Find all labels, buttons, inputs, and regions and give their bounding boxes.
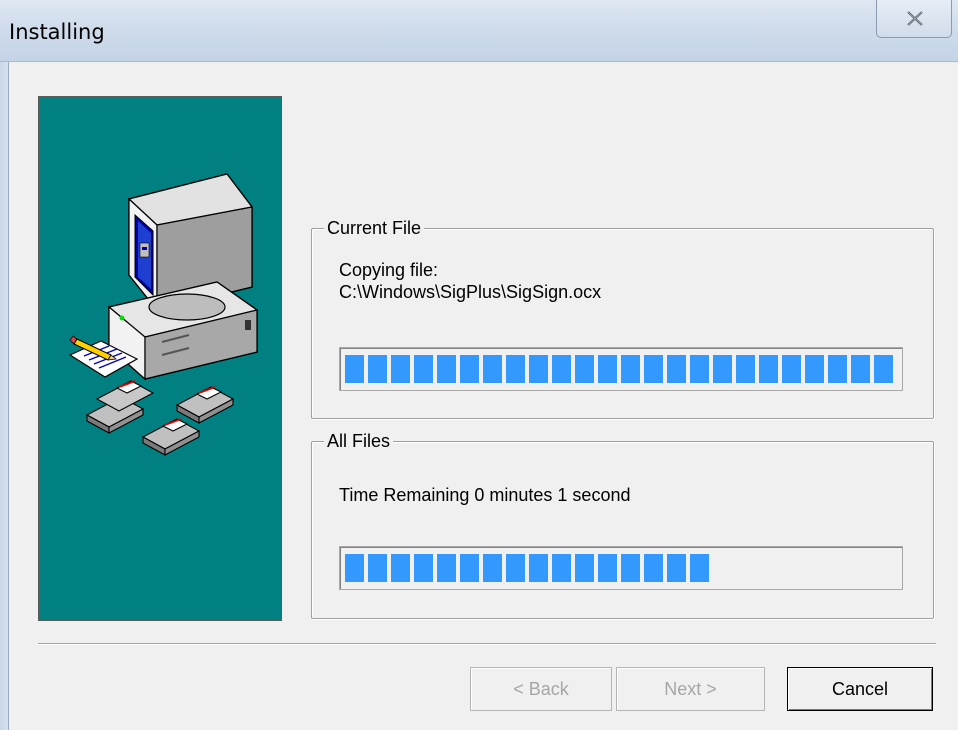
all-files-group: All Files Time Remaining 0 minutes 1 sec…: [311, 429, 934, 619]
current-file-group-label: Current File: [324, 216, 425, 240]
window-title: Installing: [9, 20, 105, 44]
current-file-progress-fill: [345, 355, 893, 383]
close-icon: [907, 11, 923, 26]
all-files-progress-bar: [339, 546, 903, 590]
window-left-frame: [0, 62, 9, 730]
current-file-path: C:\Windows\SigPlus\SigSign.ocx: [339, 282, 602, 302]
title-bar: Installing: [0, 0, 958, 62]
copying-status-text: Copying file:: [339, 260, 439, 280]
current-file-group: Current File Copying file: C:\Windows\Si…: [311, 216, 934, 419]
cancel-button[interactable]: Cancel: [787, 667, 933, 711]
all-files-progress-fill: [345, 554, 709, 582]
current-file-progress-bar: [339, 347, 903, 391]
close-button[interactable]: [876, 0, 952, 38]
time-remaining-text: Time Remaining 0 minutes 1 second: [339, 485, 631, 505]
next-button[interactable]: Next >: [616, 667, 765, 711]
back-button[interactable]: < Back: [470, 667, 612, 711]
computer-install-illustration: [68, 173, 259, 456]
button-separator: [38, 643, 936, 645]
install-banner: [38, 96, 282, 621]
all-files-group-label: All Files: [324, 429, 394, 453]
